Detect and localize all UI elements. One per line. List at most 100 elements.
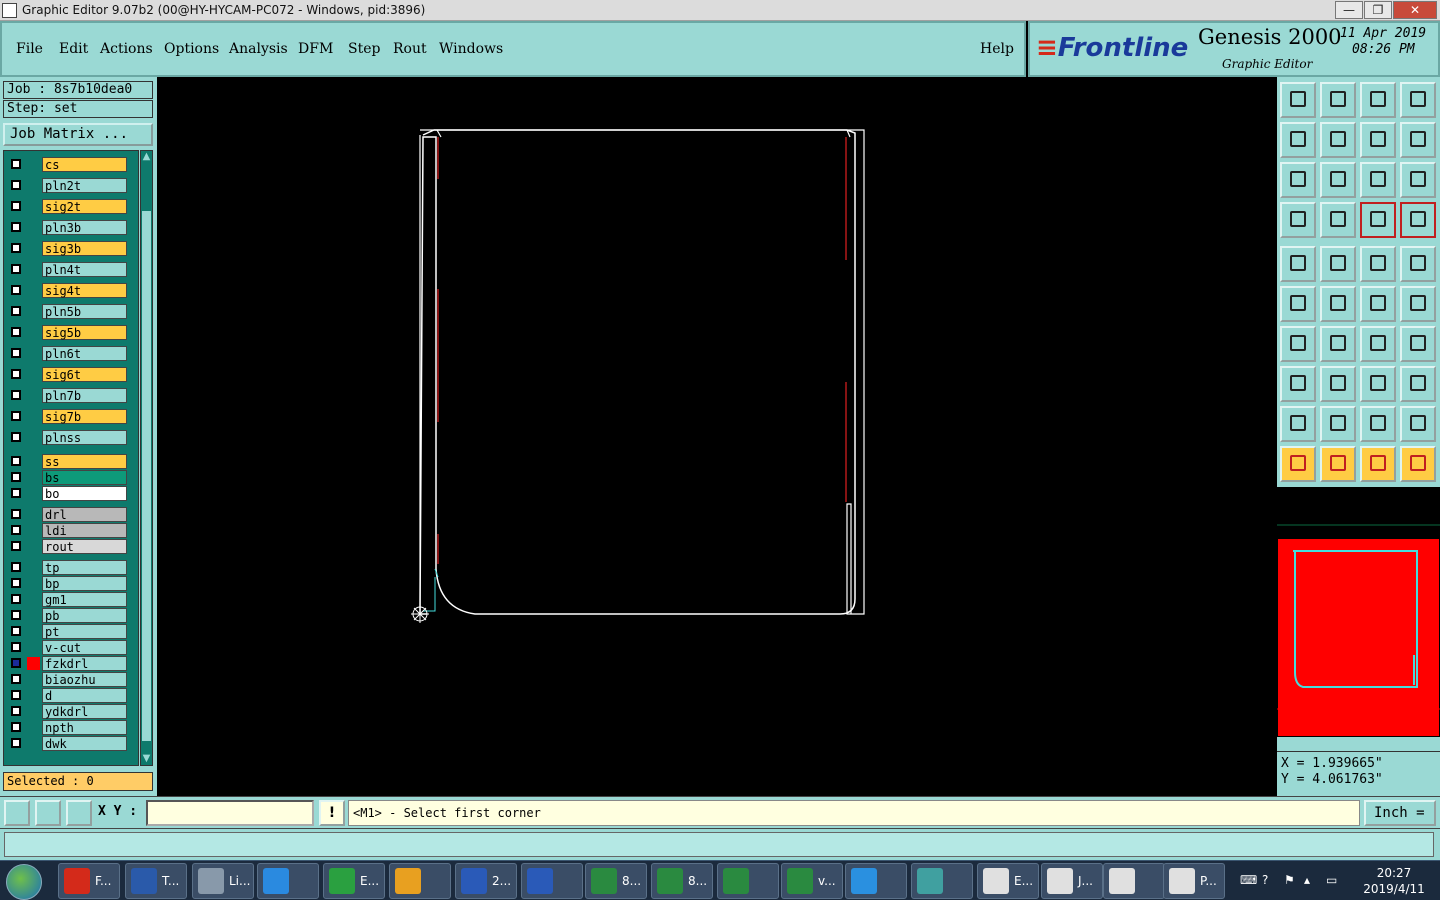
layer-row-plnss[interactable]: plnss: [7, 430, 127, 445]
line-icon[interactable]: [1320, 326, 1356, 362]
layer-name[interactable]: v-cut: [42, 640, 127, 655]
menu-help[interactable]: Help: [980, 41, 1014, 57]
minimize-button[interactable]: —: [1335, 1, 1363, 19]
taskbar-item[interactable]: 8...: [585, 863, 647, 899]
ruler-icon[interactable]: [1360, 246, 1396, 282]
redo-icon[interactable]: [1320, 122, 1356, 158]
layer-checkbox[interactable]: [11, 432, 21, 442]
units-selector[interactable]: Inch =: [1364, 800, 1436, 826]
triangle-up-icon[interactable]: [1320, 406, 1356, 442]
job-matrix-button[interactable]: Job Matrix ...: [3, 123, 153, 146]
layer-checkbox[interactable]: [11, 180, 21, 190]
taskbar-item[interactable]: P...: [1163, 863, 1225, 899]
layer-name[interactable]: sig6t: [42, 367, 127, 382]
layer-checkbox[interactable]: [11, 456, 21, 466]
layer-checkbox[interactable]: [11, 562, 21, 572]
layer-row-sig7b[interactable]: sig7b: [7, 409, 127, 424]
layer-checkbox[interactable]: [11, 578, 21, 588]
taskbar-item[interactable]: v...: [781, 863, 843, 899]
zoom-fit-icon[interactable]: [1280, 162, 1316, 198]
layer-scrollbar[interactable]: ▲ ▼: [140, 150, 153, 766]
grid-toggle-icon[interactable]: [1320, 202, 1356, 238]
triangle-icon[interactable]: [1280, 406, 1316, 442]
start-button[interactable]: [6, 864, 42, 900]
layer-row-ss[interactable]: ss: [7, 454, 127, 469]
layer-row-sig3b[interactable]: sig3b: [7, 241, 127, 256]
layer-row-v-cut[interactable]: v-cut: [7, 640, 127, 655]
taskbar-item[interactable]: Li...: [192, 863, 254, 899]
layers-view-icon[interactable]: [1360, 82, 1396, 118]
angle-icon[interactable]: [1280, 326, 1316, 362]
layer-name[interactable]: sig5b: [42, 325, 127, 340]
layer-name[interactable]: cs: [42, 157, 127, 172]
keyboard-icon[interactable]: ⌨: [1240, 873, 1257, 887]
layer-row-pln3b[interactable]: pln3b: [7, 220, 127, 235]
layer-name[interactable]: sig3b: [42, 241, 127, 256]
layer-name[interactable]: pln4t: [42, 262, 127, 277]
rotate-icon[interactable]: [1360, 326, 1396, 362]
taskbar-item[interactable]: E...: [323, 863, 385, 899]
layer-checkbox[interactable]: [11, 488, 21, 498]
network-icon[interactable]: ▭: [1326, 873, 1340, 887]
layer-name[interactable]: ss: [42, 454, 127, 469]
pad-icon[interactable]: [1400, 246, 1436, 282]
menu-step[interactable]: Step: [348, 41, 380, 57]
layer-row-bo[interactable]: bo: [7, 486, 127, 501]
route-icon[interactable]: [1400, 446, 1436, 482]
layer-name[interactable]: sig4t: [42, 283, 127, 298]
layer-checkbox[interactable]: [11, 472, 21, 482]
xy-input[interactable]: [146, 800, 314, 826]
layer-name[interactable]: pln3b: [42, 220, 127, 235]
layer-checkbox[interactable]: [11, 525, 21, 535]
layer-checkbox[interactable]: [11, 390, 21, 400]
layer-row-pln7b[interactable]: pln7b: [7, 388, 127, 403]
layer-checkbox[interactable]: [11, 306, 21, 316]
cross-icon[interactable]: [1320, 286, 1356, 322]
layer-name[interactable]: rout: [42, 539, 127, 554]
layer-name[interactable]: biaozhu: [42, 672, 127, 687]
snap-icon[interactable]: [4, 800, 30, 826]
layer-row-drl[interactable]: drl: [7, 507, 127, 522]
connect-alt-icon[interactable]: [1400, 286, 1436, 322]
layer-name[interactable]: pln7b: [42, 388, 127, 403]
arc-icon[interactable]: [1360, 406, 1396, 442]
alert-button[interactable]: !: [319, 800, 345, 826]
taskbar-item[interactable]: 2...: [455, 863, 517, 899]
flag-icon[interactable]: ⚑: [1284, 873, 1298, 887]
menu-edit[interactable]: Edit: [59, 41, 88, 57]
flip-icon[interactable]: [1400, 326, 1436, 362]
layer-row-npth[interactable]: npth: [7, 720, 127, 735]
layer-name[interactable]: ldi: [42, 523, 127, 538]
taskbar-item[interactable]: J...: [1041, 863, 1103, 899]
taskbar-item[interactable]: [911, 863, 973, 899]
layer-checkbox[interactable]: [11, 541, 21, 551]
window-icon[interactable]: [1400, 82, 1436, 118]
save-icon[interactable]: [1320, 82, 1356, 118]
layer-row-pln5b[interactable]: pln5b: [7, 304, 127, 319]
layer-name[interactable]: gm1: [42, 592, 127, 607]
layer-name[interactable]: pln5b: [42, 304, 127, 319]
help-query-icon[interactable]: [1400, 162, 1436, 198]
layer-row-cs[interactable]: cs: [7, 157, 127, 172]
maximize-button[interactable]: ❐: [1364, 1, 1392, 19]
layer-display-alt-icon[interactable]: [1400, 202, 1436, 238]
select-icon[interactable]: [1320, 446, 1356, 482]
menu-actions[interactable]: Actions: [100, 41, 153, 57]
layer-name[interactable]: pb: [42, 608, 127, 623]
tray-expand-icon[interactable]: ▴: [1304, 873, 1318, 887]
layer-checkbox[interactable]: [11, 159, 21, 169]
zoom-center-icon[interactable]: [1320, 162, 1356, 198]
layer-row-sig5b[interactable]: sig5b: [7, 325, 127, 340]
taskbar-item[interactable]: [845, 863, 907, 899]
pointer-icon[interactable]: [1280, 446, 1316, 482]
menu-file[interactable]: File: [16, 41, 43, 57]
scroll-down-icon[interactable]: ▼: [141, 753, 152, 765]
overview-preview[interactable]: [1277, 487, 1440, 737]
layer-checkbox[interactable]: [11, 222, 21, 232]
layer-row-pb[interactable]: pb: [7, 608, 127, 623]
measure-icon[interactable]: [35, 800, 61, 826]
menu-analysis[interactable]: Analysis: [229, 41, 288, 57]
taskbar-item[interactable]: [717, 863, 779, 899]
layer-row-rout[interactable]: rout: [7, 539, 127, 554]
layer-checkbox[interactable]: [11, 509, 21, 519]
